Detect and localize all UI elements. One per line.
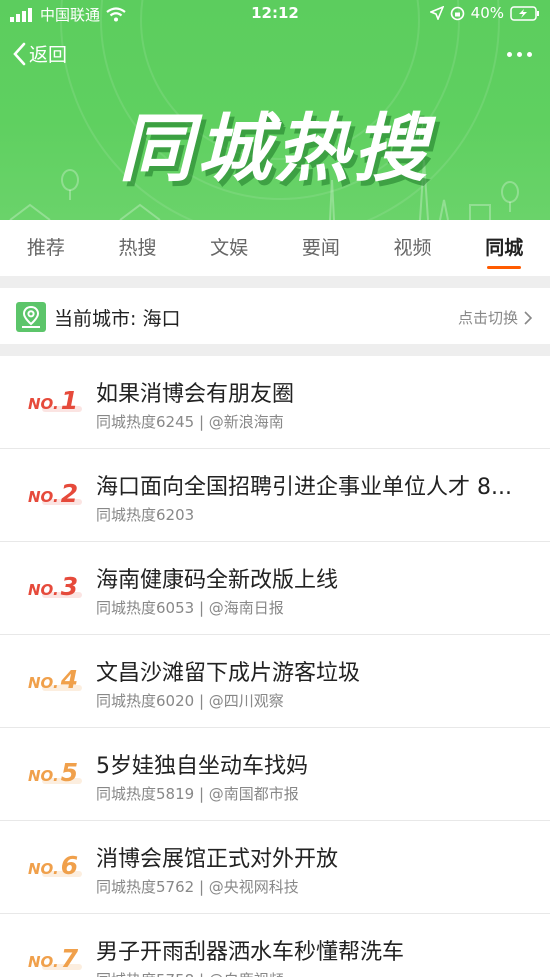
hero-title: 同城热搜 <box>119 106 431 192</box>
item-meta: 同城热度5762 | @央视网科技 <box>96 878 299 896</box>
top-nav: 返回 <box>0 40 550 74</box>
item-meta: 同城热度5819 | @南国都市报 <box>96 785 299 803</box>
switch-city-button[interactable]: 点击切换 <box>458 307 532 328</box>
battery-percent: 40% <box>470 4 504 22</box>
tab-recommend[interactable]: 推荐 <box>0 220 92 276</box>
local-hot-list: NO.1 如果消博会有朋友圈 同城热度6245 | @新浪海南 NO.2 海口面… <box>0 356 550 977</box>
rank-badge: NO.6 <box>28 851 82 880</box>
rank-badge: NO.7 <box>28 944 82 973</box>
item-meta: 同城热度6020 | @四川观察 <box>96 692 284 710</box>
tab-entertainment[interactable]: 文娱 <box>183 220 275 276</box>
item-title: 海口面向全国招聘引进企事业单位人才 8... <box>96 475 512 500</box>
tab-news[interactable]: 要闻 <box>275 220 367 276</box>
rank-badge: NO.3 <box>28 572 82 601</box>
rank-badge: NO.4 <box>28 665 82 694</box>
back-button[interactable]: 返回 <box>12 40 67 67</box>
current-city-bar: 当前城市: 海口 点击切换 <box>0 288 550 344</box>
list-item[interactable]: NO.3 海南健康码全新改版上线 同城热度6053 | @海南日报 <box>0 542 550 635</box>
chevron-left-icon <box>13 42 26 65</box>
list-item[interactable]: NO.7 男子开雨刮器洒水车秒懂帮洗车 同城热度5758 | @白鹿视频 <box>0 914 550 977</box>
item-meta: 同城热度6203 <box>96 506 195 524</box>
item-title: 男子开雨刮器洒水车秒懂帮洗车 <box>96 940 405 965</box>
item-meta: 同城热度5758 | @白鹿视频 <box>96 969 284 977</box>
more-dot-icon <box>517 52 522 57</box>
item-meta: 同城热度6245 | @新浪海南 <box>96 413 284 431</box>
item-title: 文昌沙滩留下成片游客垃圾 <box>96 661 361 686</box>
section-divider <box>0 344 550 356</box>
tab-hot-search[interactable]: 热搜 <box>92 220 184 276</box>
back-label: 返回 <box>29 44 68 66</box>
more-dot-icon <box>507 52 512 57</box>
item-title: 海南健康码全新改版上线 <box>96 568 339 593</box>
list-item[interactable]: NO.1 如果消博会有朋友圈 同城热度6245 | @新浪海南 <box>0 356 550 449</box>
location-arrow-icon <box>429 6 444 20</box>
item-meta: 同城热度6053 | @海南日报 <box>96 599 284 617</box>
item-title: 如果消博会有朋友圈 <box>96 382 295 407</box>
section-divider <box>0 276 550 288</box>
tab-video[interactable]: 视频 <box>367 220 459 276</box>
list-item[interactable]: NO.4 文昌沙滩留下成片游客垃圾 同城热度6020 | @四川观察 <box>0 635 550 728</box>
rotation-lock-icon <box>450 6 464 20</box>
more-menu-button[interactable] <box>507 46 532 63</box>
list-item[interactable]: NO.5 5岁娃独自坐动车找妈 同城热度5819 | @南国都市报 <box>0 728 550 821</box>
list-item[interactable]: NO.2 海口面向全国招聘引进企事业单位人才 8... 同城热度6203 <box>0 449 550 542</box>
category-tabs: 推荐 热搜 文娱 要闻 视频 同城 <box>0 220 550 276</box>
switch-city-label: 点击切换 <box>457 309 518 327</box>
tab-local[interactable]: 同城 <box>458 220 550 276</box>
rank-badge: NO.2 <box>28 479 82 508</box>
battery-icon <box>510 5 539 21</box>
more-dot-icon <box>527 52 532 57</box>
status-bar: 中国联通 12:12 40% <box>0 0 550 28</box>
current-city-label: 当前城市: 海口 <box>54 308 181 330</box>
list-item[interactable]: NO.6 消博会展馆正式对外开放 同城热度5762 | @央视网科技 <box>0 821 550 914</box>
rank-badge: NO.5 <box>28 758 82 787</box>
item-title: 5岁娃独自坐动车找妈 <box>96 754 308 779</box>
map-pin-icon <box>16 302 46 332</box>
rank-badge: NO.1 <box>28 386 82 415</box>
hero-banner: 中国联通 12:12 40% 返回 同城热搜 <box>0 0 550 220</box>
chevron-right-icon <box>524 310 532 325</box>
item-title: 消博会展馆正式对外开放 <box>96 847 339 872</box>
